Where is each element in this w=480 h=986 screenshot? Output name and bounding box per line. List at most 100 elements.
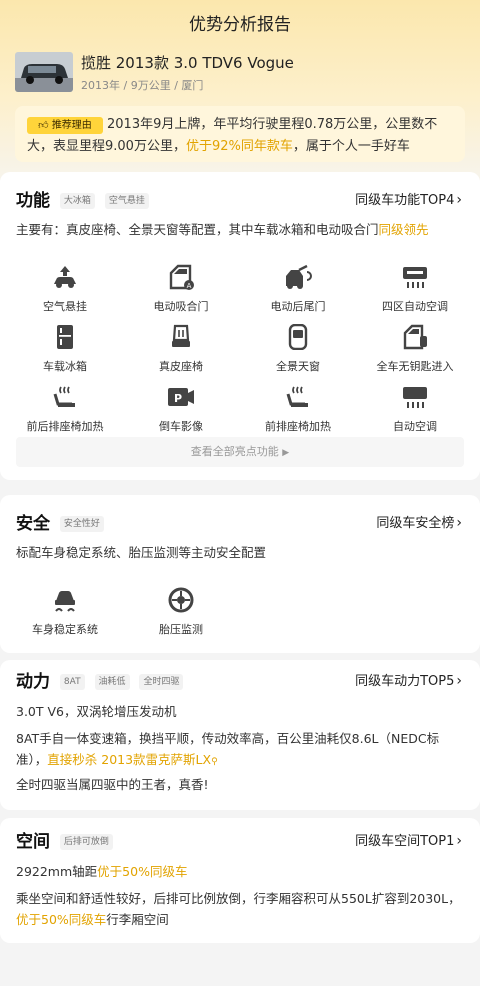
chevron-right-icon: › (456, 192, 462, 208)
feature-label: 前排座椅加热 (265, 420, 331, 433)
reason-highlight: 优于92%同年款车 (185, 139, 293, 154)
space-line1: 2922mm轴距 (16, 864, 98, 879)
front-seat-heating-icon (286, 386, 308, 407)
features-summary-a: 主要有：真皮座椅、全景天窗等配置，其中车载冰箱和电动吸合门 (16, 222, 379, 237)
feature-item[interactable]: 自动空调 (360, 384, 470, 434)
svg-text:A: A (187, 282, 192, 290)
safety-heading: 安全 安全性好 (16, 509, 104, 534)
chevron-right-icon: › (456, 515, 462, 531)
recommend-reason-box: 👍︎ 推荐理由 2013年9月上牌，年平均行驶里程0.78万公里，公里数不大，表… (15, 106, 465, 162)
car-thumbnail[interactable] (15, 52, 73, 92)
feature-item[interactable]: 前排座椅加热 (243, 384, 353, 434)
car-fridge-icon (57, 325, 73, 349)
seat-heating-icon (53, 386, 75, 407)
space-line2: 乘坐空间和舒适性较好，后排可比例放倒，行李厢容积可从550L扩容到2030L， (16, 891, 461, 906)
power-rank-link[interactable]: 同级车动力TOP5 › (355, 670, 462, 689)
features-heading: 功能 大冰箱 空气悬挂 (16, 186, 149, 211)
safety-section: 安全 安全性好 同级车安全榜 › 标配车身稳定系统、胎压监测等主动安全配置 车身稳… (0, 495, 480, 653)
features-summary-highlight: 同级领先 (378, 222, 429, 237)
features-rank: 同级车功能TOP4 (355, 193, 455, 208)
see-all-label: 查看全部亮点功能 (190, 445, 279, 458)
four-zone-ac-icon (403, 267, 427, 288)
power-title: 动力 (16, 672, 50, 692)
feature-label: 全车无钥匙进入 (376, 360, 454, 373)
space-trunk-text: 乘坐空间和舒适性较好，后排可比例放倒，行李厢容积可从550L扩容到2030L， 优… (16, 888, 466, 930)
power-engine-text: 3.0T V6，双涡轮增压发动机 (16, 704, 177, 719)
soft-close-door-icon: A (169, 264, 194, 290)
power-section: 动力 8AT 油耗低 全时四驱 同级车动力TOP5 › 3.0T V6，双涡轮增压… (0, 660, 480, 810)
safety-label: 胎压监测 (159, 623, 203, 636)
features-rank-link[interactable]: 同级车功能TOP4 › (355, 189, 462, 208)
feature-item[interactable]: 前后排座椅加热 (10, 384, 120, 434)
car-meta: 2013年 / 9万公里 / 厦门 (81, 79, 204, 92)
feature-item[interactable]: 全车无钥匙进入 (360, 324, 470, 374)
features-title: 功能 (16, 191, 50, 211)
features-tag: 空气悬挂 (104, 193, 149, 209)
car-name: 揽胜 2013款 3.0 TDV6 Vogue (81, 54, 294, 72)
search-icon: ⚲ (211, 757, 218, 767)
feature-label: 电动后尾门 (270, 300, 326, 313)
space-section: 空间 后排可放倒 同级车空间TOP1 › 2922mm轴距优于50%同级车 乘坐空… (0, 818, 480, 943)
space-line2-highlight: 优于50%同级车 (16, 912, 107, 927)
tire-pressure-icon (168, 587, 194, 613)
feature-label: 四区自动空调 (382, 300, 448, 313)
feature-item[interactable]: 空气悬挂 (10, 264, 120, 314)
recommend-reason-text: 2013年9月上牌，年平均行驶里程0.78万公里，公里数不大，表显里程9.00万… (27, 114, 455, 158)
feature-label: 全景天窗 (276, 360, 320, 373)
space-tag: 后排可放倒 (59, 834, 113, 850)
feature-item[interactable]: 四区自动空调 (360, 264, 470, 314)
safety-rank: 同级车安全榜 (376, 516, 455, 531)
safety-item[interactable]: 胎压监测 (126, 587, 236, 637)
space-line1-highlight: 优于50%同级车 (97, 864, 188, 879)
reason-text-b: ，属于个人一手好车 (292, 139, 410, 154)
feature-label: 空气悬挂 (43, 300, 87, 313)
feature-label: 前后排座椅加热 (26, 420, 104, 433)
feature-label: 电动吸合门 (153, 300, 209, 313)
space-wheelbase-text: 2922mm轴距优于50%同级车 (16, 861, 466, 882)
feature-label: 真皮座椅 (159, 360, 203, 373)
feature-item[interactable]: 车载冰箱 (10, 324, 120, 374)
air-suspension-icon (54, 266, 76, 288)
chevron-right-icon: › (456, 673, 462, 689)
space-rank: 同级车空间TOP1 (355, 834, 455, 849)
feature-item[interactable]: 全景天窗 (243, 324, 353, 374)
safety-item[interactable]: 车身稳定系统 (10, 587, 120, 637)
safety-summary: 标配车身稳定系统、胎压监测等主动安全配置 (16, 545, 267, 560)
caret-right-icon: ▶ (282, 448, 290, 458)
power-compare-link[interactable]: 直接秒杀 2013款雷克萨斯LX (47, 752, 211, 767)
auto-ac-icon (403, 387, 427, 408)
keyless-entry-icon (403, 324, 427, 350)
space-title: 空间 (16, 832, 50, 852)
chevron-right-icon: › (456, 833, 462, 849)
power-tag: 8AT (59, 674, 85, 690)
safety-rank-link[interactable]: 同级车安全榜 › (376, 512, 462, 531)
feature-item[interactable]: 电动后尾门 (243, 264, 353, 314)
safety-title: 安全 (16, 514, 50, 534)
feature-label: 车载冰箱 (43, 360, 87, 373)
features-summary: 主要有：真皮座椅、全景天窗等配置，其中车载冰箱和电动吸合门同级领先 (16, 219, 466, 240)
space-heading: 空间 后排可放倒 (16, 827, 113, 852)
power-tailgate-icon (286, 264, 312, 289)
power-4wd-text: 全时四驱当属四驱中的王者，真香! (16, 777, 209, 792)
space-line2-tail: 行李厢空间 (106, 912, 169, 927)
feature-item[interactable]: A 电动吸合门 (126, 264, 236, 314)
features-tag: 大冰箱 (59, 193, 95, 209)
leather-seat-icon (172, 324, 190, 347)
page-title: 优势分析报告 (189, 15, 291, 35)
feature-item[interactable]: 真皮座椅 (126, 324, 236, 374)
power-heading: 动力 8AT 油耗低 全时四驱 (16, 667, 184, 692)
power-rank: 同级车动力TOP5 (355, 674, 455, 689)
power-tag: 全时四驱 (139, 674, 184, 690)
feature-label: 倒车影像 (159, 420, 203, 433)
stability-control-icon (55, 591, 75, 612)
space-rank-link[interactable]: 同级车空间TOP1 › (355, 830, 462, 849)
safety-label: 车身稳定系统 (32, 623, 98, 636)
see-all-features-button[interactable]: 查看全部亮点功能 ▶ (16, 437, 464, 467)
power-transmission-text: 8AT手自一体变速箱，换挡平顺，传动效率高，百公里油耗仅8.6L（NEDC标准）… (16, 728, 466, 773)
feature-label: 自动空调 (393, 420, 437, 433)
panoramic-sunroof-icon (288, 324, 308, 350)
features-section: 功能 大冰箱 空气悬挂 同级车功能TOP4 › 主要有：真皮座椅、全景天窗等配置，… (0, 172, 480, 480)
power-tag: 油耗低 (94, 674, 130, 690)
svg-text:P: P (174, 392, 182, 405)
feature-item[interactable]: P 倒车影像 (126, 384, 236, 434)
